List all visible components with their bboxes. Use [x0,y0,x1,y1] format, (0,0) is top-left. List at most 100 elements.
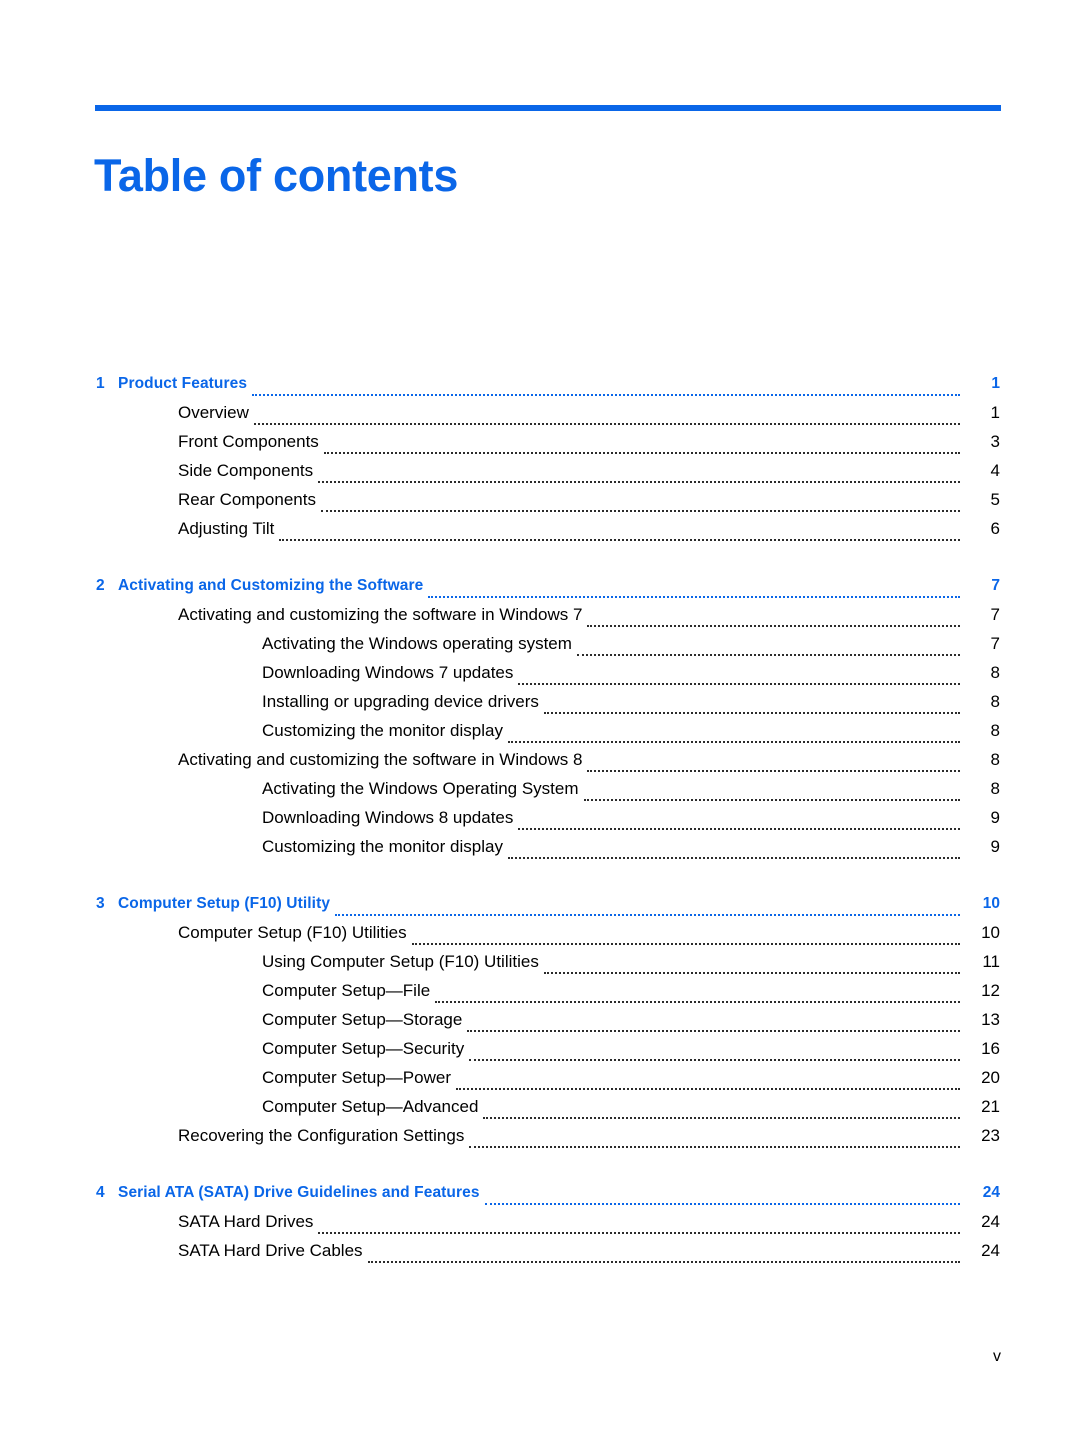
toc-entry-row[interactable]: Adjusting Tilt 6 [0,517,1080,546]
entry-title: Computer Setup—Advanced [262,1097,479,1116]
page-number: 1 [991,375,1000,392]
page-number: 8 [990,663,1000,682]
page-number: 10 [982,895,1000,912]
entry-title: SATA Hard Drive Cables [178,1241,363,1260]
table-of-contents: 1 Product Features 1 Overview 1 Front Compone… [0,372,1080,1268]
toc-entry-row[interactable]: Activating and customizing the software … [0,603,1080,632]
page-number: 8 [990,721,1000,740]
dot-leader [318,481,960,483]
toc-entry-row[interactable]: Computer Setup—Advanced 21 [0,1095,1080,1124]
toc-entry-row[interactable]: Downloading Windows 8 updates 9 [0,806,1080,835]
chapter-title: Activating and Customizing the Software [118,577,424,594]
entry-title: Installing or upgrading device drivers [262,692,539,711]
dot-leader [469,1146,960,1148]
page-number: 13 [981,1010,1000,1029]
entry-title: Computer Setup—Security [262,1039,465,1058]
toc-entry-row[interactable]: Installing or upgrading device drivers 8 [0,690,1080,719]
toc-entry-row[interactable]: Customizing the monitor display 9 [0,835,1080,864]
page-number: 24 [981,1241,1000,1260]
title-rule [95,105,1001,111]
toc-entry-row[interactable]: Computer Setup—Security 16 [0,1037,1080,1066]
entry-title: Rear Components [178,490,316,509]
page-number: 7 [990,634,1000,653]
entry-title: Activating and customizing the software … [178,605,583,624]
page-number: 12 [981,981,1000,1000]
chapter-number: 3 [96,895,105,912]
toc-entry-row[interactable]: Side Components 4 [0,459,1080,488]
toc-entry-row[interactable]: Overview 1 [0,401,1080,430]
entry-title: Activating and customizing the software … [178,750,583,769]
page-number: 8 [990,779,1000,798]
page-number: 11 [982,952,1000,971]
entry-title: Computer Setup—File [262,981,431,1000]
entry-title: Activating the Windows operating system [262,634,572,653]
toc-entry-row[interactable]: Recovering the Configuration Settings 23 [0,1124,1080,1153]
dot-leader [411,943,960,945]
chapter-title: Product Features [118,375,248,392]
toc-entry-row[interactable]: Computer Setup—Storage 13 [0,1008,1080,1037]
entry-title: Side Components [178,461,314,480]
entry-title: Computer Setup—Power [262,1068,451,1087]
entry-title: Front Components [178,432,319,451]
toc-chapter-row[interactable]: 1 Product Features 1 [0,372,1080,401]
dot-leader [576,654,960,656]
entry-title: Overview [178,403,249,422]
page-number: 7 [990,605,1000,624]
chapter-title: Serial ATA (SATA) Drive Guidelines and F… [118,1184,480,1201]
entry-title: Customizing the monitor display [262,721,503,740]
chapter-number: 1 [96,375,105,392]
dot-leader [435,1001,960,1003]
page-folio: v [993,1348,1001,1365]
toc-entry-row[interactable]: Activating the Windows operating system 7 [0,632,1080,661]
dot-leader [253,423,960,425]
toc-entry-row[interactable]: Activating the Windows Operating System 8 [0,777,1080,806]
entry-title: Activating the Windows Operating System [262,779,579,798]
toc-page: Table of contents 1 Product Features 1 Over… [0,0,1080,1437]
dot-leader [583,799,960,801]
page-number: 6 [990,519,1000,538]
dot-leader [367,1261,960,1263]
page-number: 5 [990,490,1000,509]
toc-chapter-row[interactable]: 4 Serial ATA (SATA) Drive Guidelines and … [0,1181,1080,1210]
dot-leader [507,857,960,859]
toc-entry-row[interactable]: Rear Components 5 [0,488,1080,517]
page-number: 20 [981,1068,1000,1087]
dot-leader [587,625,960,627]
toc-entry-row[interactable]: Front Components 3 [0,430,1080,459]
toc-chapter-row[interactable]: 3 Computer Setup (F10) Utility 10 [0,892,1080,921]
page-number: 24 [981,1212,1000,1231]
dot-leader [320,510,960,512]
dot-leader [428,596,960,598]
dot-leader [507,741,960,743]
dot-leader [518,828,960,830]
toc-entry-row[interactable]: Computer Setup (F10) Utilities 10 [0,921,1080,950]
page-title: Table of contents [94,150,459,202]
dot-leader [455,1088,960,1090]
page-number: 4 [990,461,1000,480]
page-number: 16 [981,1039,1000,1058]
dot-leader [335,914,960,916]
page-number: 1 [990,403,1000,422]
dot-leader [587,770,960,772]
toc-entry-row[interactable]: Activating and customizing the software … [0,748,1080,777]
page-number: 8 [990,692,1000,711]
chapter-title: Computer Setup (F10) Utility [118,895,331,912]
dot-leader [518,683,960,685]
toc-entry-row[interactable]: SATA Hard Drive Cables 24 [0,1239,1080,1268]
page-number: 3 [990,432,1000,451]
chapter-number: 4 [96,1184,105,1201]
dot-leader [469,1059,960,1061]
toc-entry-row[interactable]: Using Computer Setup (F10) Utilities 11 [0,950,1080,979]
page-number: 21 [981,1097,1000,1116]
toc-entry-row[interactable]: Computer Setup—Power 20 [0,1066,1080,1095]
toc-entry-row[interactable]: Downloading Windows 7 updates 8 [0,661,1080,690]
toc-entry-row[interactable]: Customizing the monitor display 8 [0,719,1080,748]
dot-leader [483,1117,960,1119]
dot-leader [252,394,960,396]
toc-chapter-row[interactable]: 2 Activating and Customizing the Software… [0,574,1080,603]
entry-title: Customizing the monitor display [262,837,503,856]
page-number: 7 [991,577,1000,594]
dot-leader [484,1203,960,1205]
toc-entry-row[interactable]: Computer Setup—File 12 [0,979,1080,1008]
toc-entry-row[interactable]: SATA Hard Drives 24 [0,1210,1080,1239]
